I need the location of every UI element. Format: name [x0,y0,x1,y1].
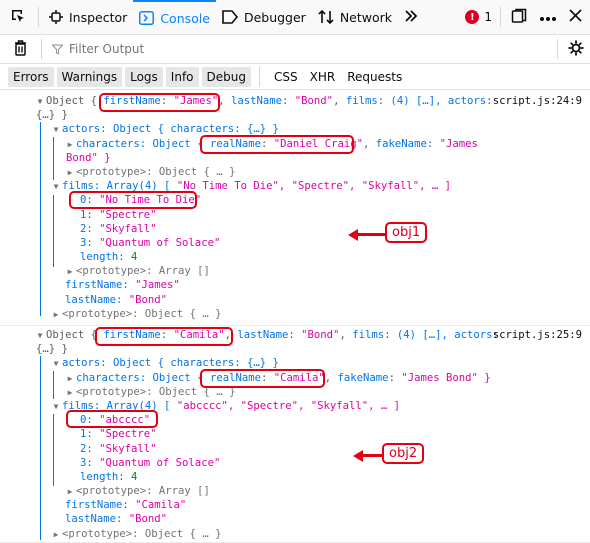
filter-separator [41,39,42,59]
filter-debug-button[interactable]: Debug [201,66,251,87]
film-item: 3: "Quantum of Solace" [80,456,221,469]
dock-icon [511,8,527,27]
object-summary-end: {…} } [36,109,68,122]
highlight-realname [200,369,325,388]
filter-css-button[interactable]: CSS [268,67,304,87]
film-item: 2: "Skyfall" [80,222,157,235]
tab-console[interactable]: Console [133,0,216,34]
prop-length: length: 4 [80,251,138,264]
ellipsis-icon [539,10,557,25]
prop-firstname: firstName: "James" [65,279,180,292]
prop-prototype-object[interactable]: ▶ <prototype>: Object { … } [0,307,590,321]
highlight-film-0 [66,410,158,428]
prop-length: length: 4 [80,470,138,483]
source-location-link[interactable]: script.js:24:9 [493,94,582,108]
error-count-badge[interactable]: ! 1 [465,10,492,24]
console-message: ▼ Object { firstName: "Camila", lastName:… [0,326,590,543]
collapsed-arrow-icon[interactable]: ▶ [50,308,62,322]
annotation-obj2: obj2 [382,443,425,464]
object-summary[interactable]: ▼ Object { firstName: "James", lastName: … [0,94,590,108]
collapsed-arrow-icon[interactable]: ▶ [64,138,76,152]
source-location-link[interactable]: script.js:25:9 [493,328,582,342]
collapsed-arrow-icon[interactable]: ▶ [64,485,76,499]
expanded-arrow-icon[interactable]: ▼ [50,357,62,371]
filter-requests-button[interactable]: Requests [341,67,408,87]
object-summary-end: {…} } [36,343,68,356]
dock-button[interactable] [505,0,533,34]
film-item: 1: "Spectre" [80,428,157,441]
console-message: ▼ Object { firstName: "James", lastName: … [0,91,590,326]
double-chevron-icon [404,9,418,26]
prop-prototype-array[interactable]: ▶ <prototype>: Array [] [0,484,590,498]
element-picker-button[interactable] [0,0,34,34]
trash-icon [14,39,27,59]
close-icon [569,9,582,25]
tab-network[interactable]: Network [312,0,398,34]
expanded-arrow-icon[interactable]: ▼ [50,180,62,194]
tab-network-label: Network [339,9,393,25]
gear-icon [568,40,584,59]
devtools-toolbar: Inspector Console Debugger Network ! 1 [0,0,590,35]
collapsed-arrow-icon[interactable]: ▶ [64,166,76,180]
highlight-firstname [99,93,220,112]
console-settings-button[interactable] [562,35,590,63]
annotation-arrow [348,228,387,241]
console-icon [139,11,155,25]
menu-button[interactable] [533,0,563,34]
filter-xhr-button[interactable]: XHR [304,67,342,87]
prop-lastname: lastName: "Bond" [65,513,168,526]
filter-bar [0,35,590,64]
prop-prototype-object[interactable]: ▶ <prototype>: Object { … } [0,527,590,541]
filter-icon [52,44,63,55]
prop-lastname: lastName: "Bond" [65,293,168,306]
expanded-arrow-icon[interactable]: ▼ [50,123,62,137]
more-tabs-button[interactable] [398,0,424,34]
filter-errors-button[interactable]: Errors [8,66,54,87]
filter-warnings-button[interactable]: Warnings [56,66,123,87]
filter-logs-button[interactable]: Logs [125,66,163,87]
expanded-arrow-icon[interactable]: ▼ [34,329,46,343]
prop-prototype-array[interactable]: ▶ <prototype>: Array [] [0,264,590,278]
log-level-filters: Errors Warnings Logs Info Debug CSS XHR … [0,64,590,90]
filter-separator [557,39,558,59]
inspector-icon [49,10,63,24]
debugger-icon [222,10,238,24]
prop-prototype-object[interactable]: ▶ <prototype>: Object { … } [0,165,590,179]
tab-debugger-label: Debugger [243,9,306,25]
prop-firstname: firstName: "Camila" [65,499,187,512]
tab-inspector-label: Inspector [69,9,128,25]
film-item: 1: "Spectre" [80,208,157,221]
toolbar-separator [38,7,39,27]
object-summary[interactable]: ▼ Object { firstName: "Camila", lastName:… [0,328,590,342]
collapsed-arrow-icon[interactable]: ▶ [64,372,76,386]
error-count: 1 [484,10,492,24]
highlight-firstname [95,327,233,346]
collapsed-arrow-icon[interactable]: ▶ [64,386,76,400]
expanded-arrow-icon[interactable]: ▼ [50,400,62,414]
tab-inspector[interactable]: Inspector [43,0,133,34]
collapsed-arrow-icon[interactable]: ▶ [64,265,76,279]
tab-debugger[interactable]: Debugger [216,0,312,34]
highlight-film-0 [69,191,197,209]
filter-info-button[interactable]: Info [165,66,199,87]
highlight-realname [200,135,354,154]
network-icon [318,9,334,25]
error-icon: ! [465,10,480,24]
close-button[interactable] [563,0,590,34]
expanded-arrow-icon[interactable]: ▼ [34,95,46,109]
element-picker-icon [10,8,26,27]
filter-output-input[interactable] [67,41,491,57]
toolbar-separator [500,7,501,27]
level-separator [258,66,260,87]
film-item: 3: "Quantum of Solace" [80,236,221,249]
clear-console-button[interactable] [0,35,37,63]
film-item: 2: "Skyfall" [80,442,157,455]
console-output: ▼ Object { firstName: "James", lastName: … [0,91,590,543]
annotation-obj1: obj1 [385,222,428,243]
tab-console-label: Console [160,10,210,26]
